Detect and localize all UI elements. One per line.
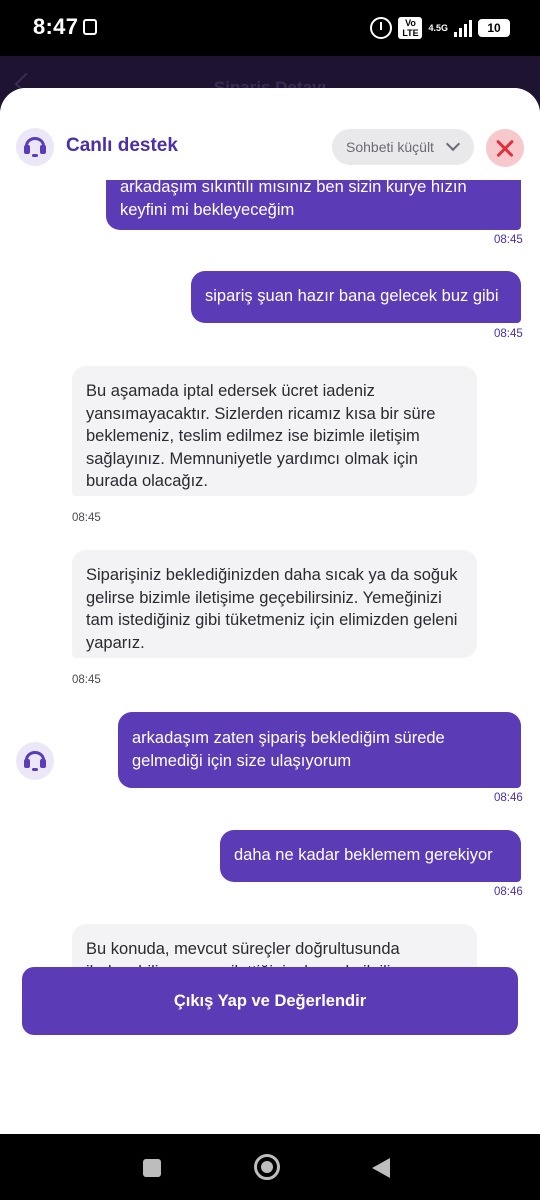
message-text: arkadaşım sıkıntılı mısınız ben sizin ku… <box>120 180 467 219</box>
user-message: arkadaşım zaten şipariş beklediğim süred… <box>118 712 521 788</box>
message-text: Bu aşamada iptal edersek ücret iadeniz y… <box>86 382 436 490</box>
message-text: daha ne kadar beklemem gerekiyor <box>234 846 493 864</box>
alarm-icon <box>370 17 393 39</box>
user-message: daha ne kadar beklemem gerekiyor <box>220 830 521 882</box>
support-avatar <box>16 742 54 780</box>
volte-icon: Vo LTE <box>398 17 423 39</box>
support-avatar <box>16 128 54 166</box>
message-time: 08:46 <box>494 886 523 898</box>
support-message: Siparişiniz beklediğinizden daha sıcak y… <box>72 550 477 658</box>
message-time: 08:45 <box>72 512 101 524</box>
notification-icon <box>83 19 97 35</box>
home-button[interactable] <box>254 1154 280 1180</box>
message-list[interactable]: arkadaşım sıkıntılı mısınız ben sizin ku… <box>0 180 540 1028</box>
message-time: 08:45 <box>494 328 523 340</box>
status-time: 8:47 <box>33 14 79 39</box>
message-time: 08:45 <box>494 234 523 246</box>
headset-icon <box>24 751 46 771</box>
message-text: Siparişiniz beklediğinizden daha sıcak y… <box>86 566 458 652</box>
chat-title: Canlı destek <box>66 135 178 156</box>
live-support-sheet: Canlı destek Sohbeti küçült arkadaşım sı… <box>0 88 540 1134</box>
exit-and-rate-button[interactable]: Çıkış Yap ve Değerlendir <box>22 967 518 1035</box>
status-bar: 8:47 Vo LTE 4.5G 10 <box>0 0 540 56</box>
back-button[interactable] <box>372 1158 390 1178</box>
chevron-down-icon <box>445 136 461 152</box>
chat-header: Canlı destek Sohbeti küçült <box>0 88 540 180</box>
exit-and-rate-label: Çıkış Yap ve Değerlendir <box>173 991 367 1010</box>
headset-icon <box>24 137 46 157</box>
message-text: arkadaşım zaten şipariş beklediğim süred… <box>132 729 445 770</box>
system-nav-bar <box>0 1134 540 1200</box>
user-message: sipariş şuan hazır bana gelecek buz gibi <box>191 271 521 323</box>
minimize-chat-label: Sohbeti küçült <box>346 139 434 155</box>
signal-icon <box>454 19 472 37</box>
message-time: 08:45 <box>72 674 101 686</box>
battery-icon: 10 <box>478 19 510 37</box>
close-chat-button[interactable] <box>486 129 524 167</box>
recent-apps-button[interactable] <box>143 1159 161 1177</box>
user-message: arkadaşım sıkıntılı mısınız ben sizin ku… <box>106 180 521 230</box>
minimize-chat-button[interactable]: Sohbeti küçült <box>332 129 474 165</box>
network-type: 4.5G <box>428 23 448 33</box>
status-icons: Vo LTE 4.5G 10 <box>370 14 510 42</box>
support-message: Bu aşamada iptal edersek ücret iadeniz y… <box>72 366 477 496</box>
message-text: sipariş şuan hazır bana gelecek buz gibi <box>205 287 499 305</box>
message-time: 08:46 <box>494 792 523 804</box>
